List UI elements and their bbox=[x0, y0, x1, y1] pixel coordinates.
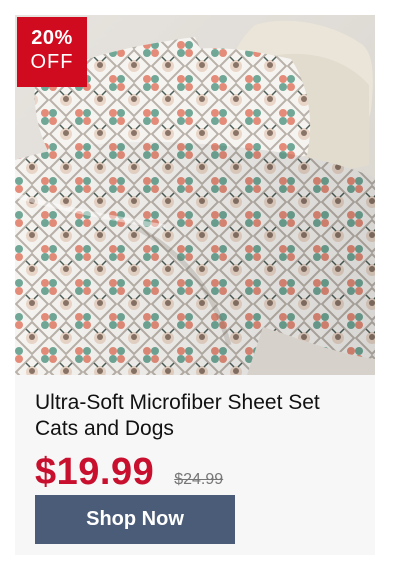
product-image[interactable]: 20% OFF bbox=[15, 15, 375, 375]
discount-percent: 20% bbox=[31, 27, 73, 49]
product-card[interactable]: 20% OFF Ultra-Soft Microfiber Sheet Set … bbox=[15, 15, 375, 555]
discount-off-label: OFF bbox=[30, 51, 74, 73]
sale-price: $19.99 bbox=[35, 451, 155, 493]
price-row: $19.99 $24.99 bbox=[35, 451, 224, 493]
product-title[interactable]: Ultra-Soft Microfiber Sheet Set Cats and… bbox=[35, 390, 373, 442]
product-title-line-2: Cats and Dogs bbox=[35, 417, 174, 440]
shop-now-button[interactable]: Shop Now bbox=[35, 495, 235, 544]
product-title-line-1: Ultra-Soft Microfiber Sheet Set bbox=[35, 391, 320, 414]
discount-badge: 20% OFF bbox=[17, 17, 87, 87]
original-price: $24.99 bbox=[174, 471, 224, 488]
